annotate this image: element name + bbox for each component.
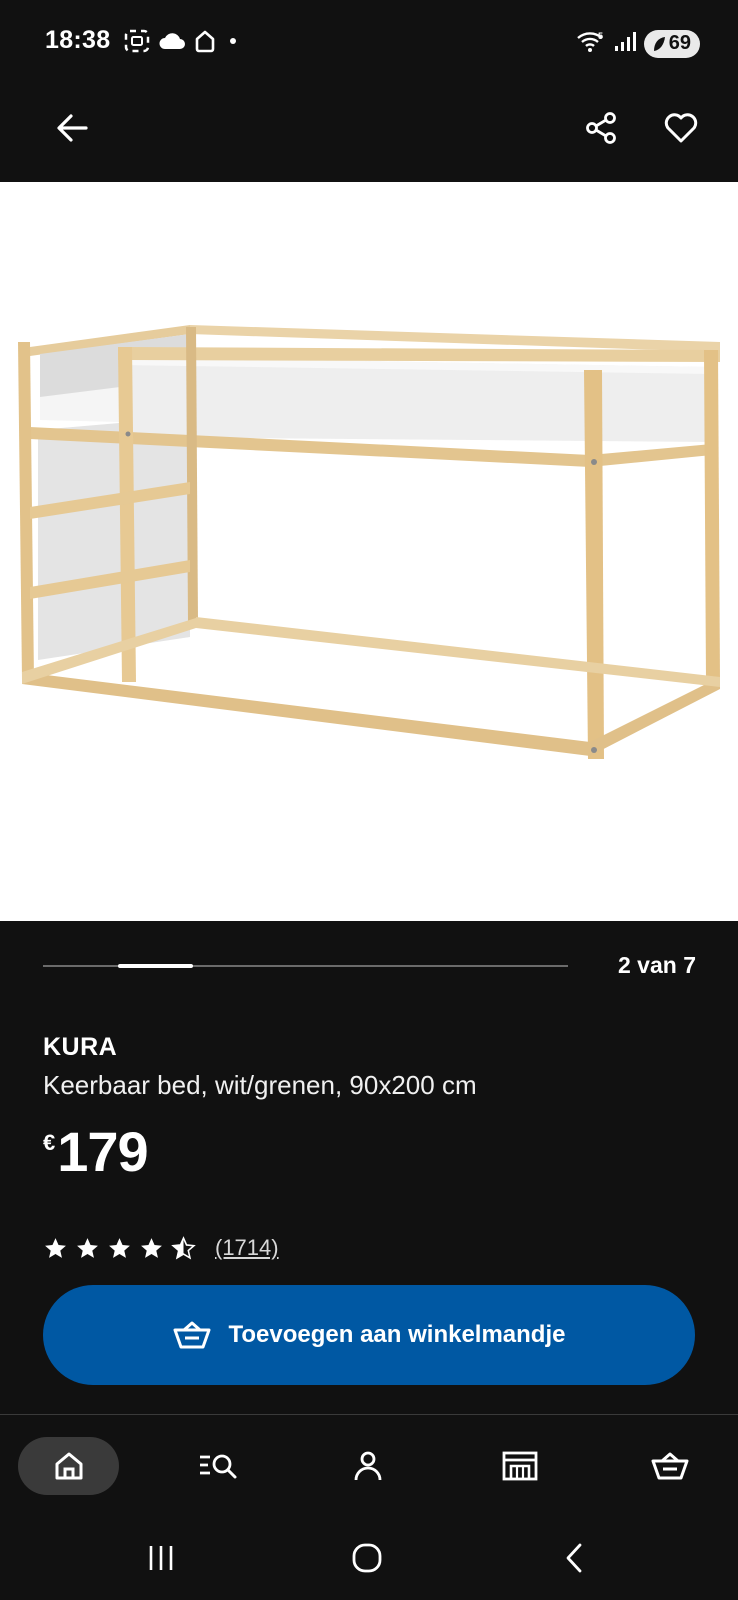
nav-home[interactable] [18,1437,119,1495]
carousel-progress [118,964,193,968]
heart-icon [664,113,698,143]
star-icon [109,1237,130,1258]
system-back-button[interactable] [544,1536,604,1580]
star-icon [171,1235,196,1259]
battery-leaf-icon [653,36,665,51]
star-icon [141,1237,162,1258]
signal-icon [614,30,636,57]
bottom-navigation [0,1415,738,1515]
cloud-icon [158,31,186,51]
back-button[interactable] [52,108,92,148]
price-value: 179 [57,1120,148,1183]
share-icon [586,112,616,144]
image-carousel-indicator: 2 van 7 [43,950,696,980]
battery-indicator: 69 [643,29,700,58]
system-navigation [0,1516,738,1600]
back-arrow-icon [57,114,88,142]
account-icon [354,1451,382,1481]
nav-cart[interactable] [620,1437,720,1495]
nav-search[interactable] [168,1437,268,1495]
carousel-counter: 2 van 7 [618,952,696,978]
add-to-cart-button[interactable]: Toevoegen aan winkelmandje [43,1285,695,1385]
favorite-button[interactable] [661,108,701,148]
home-outline-icon [194,29,216,53]
status-icons-left [124,29,236,53]
wifi-icon: 5 [576,29,606,58]
store-icon [502,1451,538,1481]
star-icon [45,1237,66,1258]
svg-text:5: 5 [598,31,603,41]
search-list-icon [200,1454,237,1479]
product-image[interactable] [0,182,738,921]
recents-icon [149,1546,173,1570]
add-to-cart-label: Toevoegen aan winkelmandje [228,1321,566,1348]
home-circle-icon [352,1543,382,1573]
review-count[interactable]: (1714) [215,1235,279,1261]
system-home-button[interactable] [337,1536,397,1580]
nav-store[interactable] [470,1437,570,1495]
product-description: Keerbaar bed, wit/grenen, 90x200 cm [43,1070,477,1100]
home-icon [55,1452,82,1480]
recents-button[interactable] [131,1536,191,1580]
back-chevron-icon [566,1543,582,1573]
screenshot-icon [124,29,150,53]
star-icon [77,1237,98,1258]
share-button[interactable] [581,108,621,148]
status-bar: 18:38 5 69 [0,0,738,86]
nav-account[interactable] [318,1437,418,1495]
price-currency: € [43,1130,56,1155]
cart-icon [651,1452,689,1480]
battery-level: 69 [668,32,691,54]
loft-bed-illustration [18,325,720,759]
cart-icon [173,1321,210,1349]
product-name: KURA [43,1033,118,1061]
notification-dot [230,38,236,44]
product-price: € 179 [43,1120,149,1183]
product-rating[interactable]: (1714) [43,1235,279,1261]
status-icons-right: 5 69 [576,29,700,58]
app-bar [0,86,738,182]
status-time: 18:38 [45,26,111,54]
